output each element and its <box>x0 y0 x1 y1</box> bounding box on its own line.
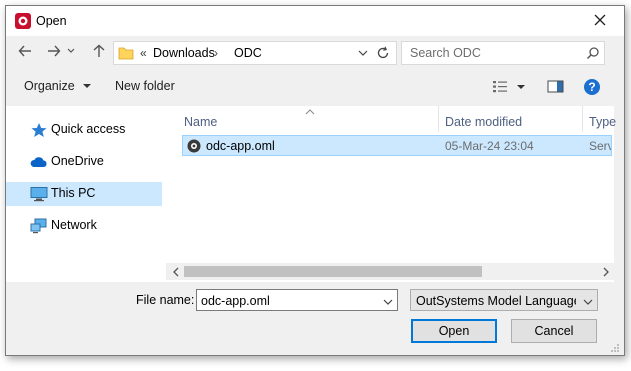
sidebar-item-label: This PC <box>51 186 96 200</box>
breadcrumb-odc[interactable]: ODC <box>234 46 262 60</box>
close-icon[interactable] <box>592 12 608 28</box>
search-input[interactable]: Search ODC <box>410 46 481 60</box>
refresh-icon[interactable] <box>376 46 390 60</box>
new-folder-button[interactable]: New folder <box>115 79 175 93</box>
file-name: odc-app.oml <box>206 139 275 153</box>
svg-text:?: ? <box>588 80 595 94</box>
computer-icon <box>30 186 48 202</box>
sidebar-item-network[interactable]: Network <box>6 214 162 238</box>
navigation-pane: Quick access OneDrive This PC Network <box>6 106 166 282</box>
file-name-input[interactable]: odc-app.oml <box>201 294 270 308</box>
column-header-name[interactable]: Name <box>184 115 217 129</box>
address-bar[interactable]: « Downloads › ODC <box>113 41 397 65</box>
sidebar-item-quick-access[interactable]: Quick access <box>6 118 162 142</box>
organize-menu[interactable]: Organize <box>24 79 92 93</box>
search-box[interactable]: Search ODC <box>401 41 605 65</box>
table-row[interactable]: odc-app.oml 05-Mar-24 23:04 Servic <box>182 135 612 156</box>
open-dialog: Open « Downloads › ODC Search ODC Organi… <box>5 5 625 356</box>
title-bar[interactable]: Open <box>6 6 624 36</box>
address-dropdown-icon[interactable] <box>357 47 369 59</box>
path-overflow[interactable]: « <box>140 46 147 60</box>
folder-icon <box>118 45 134 61</box>
chevron-down-icon[interactable] <box>383 296 393 306</box>
up-button[interactable] <box>88 43 110 65</box>
sidebar-item-this-pc[interactable]: This PC <box>6 182 162 206</box>
arrow-right-icon <box>48 45 61 57</box>
chevron-down-icon <box>83 84 92 88</box>
file-type-select[interactable]: OutSystems Model Language (* <box>410 289 598 311</box>
cancel-button[interactable]: Cancel <box>511 319 597 343</box>
column-header-date-modified[interactable]: Date modified <box>445 115 522 129</box>
column-divider[interactable] <box>582 106 583 132</box>
organize-label: Organize <box>24 79 75 93</box>
open-button[interactable]: Open <box>411 319 497 343</box>
file-type: Servic <box>589 139 611 153</box>
arrow-up-icon <box>93 44 105 57</box>
file-name-field[interactable]: odc-app.oml <box>196 289 398 311</box>
sidebar-item-label: Quick access <box>51 122 126 136</box>
file-name-label: File name: <box>136 293 195 307</box>
details-view-icon <box>493 81 525 93</box>
sidebar-item-label: Network <box>51 218 97 232</box>
file-list: Name Date modified Type odc-app.oml 05-M… <box>166 105 616 282</box>
scroll-right-icon[interactable] <box>601 266 611 277</box>
horizontal-scrollbar[interactable] <box>166 263 614 280</box>
column-divider[interactable] <box>438 106 439 132</box>
file-type-value: OutSystems Model Language (* <box>416 294 576 308</box>
sort-ascending-icon <box>305 105 315 115</box>
scroll-left-icon[interactable] <box>171 266 181 277</box>
preview-pane-icon[interactable] <box>547 79 565 95</box>
star-icon <box>30 122 48 138</box>
back-button[interactable] <box>14 43 36 65</box>
column-header-type[interactable]: Type <box>589 115 616 129</box>
cloud-icon <box>30 154 48 170</box>
file-icon <box>186 138 202 154</box>
scrollbar-thumb[interactable] <box>184 266 482 277</box>
forward-button[interactable] <box>43 43 65 65</box>
breadcrumb-separator: › <box>214 46 218 60</box>
file-date-modified: 05-Mar-24 23:04 <box>445 139 534 153</box>
breadcrumb-downloads[interactable]: Downloads <box>153 46 215 60</box>
app-icon <box>15 13 31 29</box>
resize-grip-icon[interactable] <box>610 342 620 352</box>
chevron-down-icon <box>67 48 75 53</box>
search-icon[interactable] <box>586 46 600 60</box>
window-title: Open <box>36 14 67 28</box>
recent-locations-button[interactable] <box>64 43 78 65</box>
chevron-down-icon[interactable] <box>583 296 593 306</box>
arrow-left-icon <box>18 45 31 57</box>
sidebar-item-label: OneDrive <box>51 154 104 168</box>
help-icon[interactable]: ? <box>583 78 601 96</box>
network-icon <box>30 218 48 234</box>
view-options-button[interactable] <box>492 79 528 95</box>
sidebar-item-onedrive[interactable]: OneDrive <box>6 150 162 174</box>
